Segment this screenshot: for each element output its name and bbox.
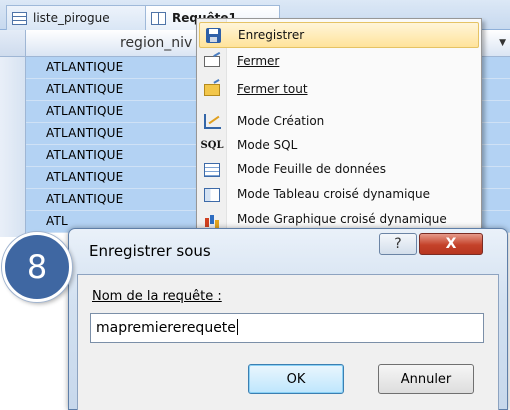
column-header-label: region_niv — [120, 35, 193, 51]
query-name-input[interactable]: mapremiererequete — [90, 313, 484, 343]
help-icon: ? — [394, 236, 402, 252]
select-all-corner[interactable] — [0, 30, 26, 57]
query-icon — [151, 11, 166, 25]
query-name-label: Nom de la requête : — [92, 289, 222, 304]
table-cell: ATL — [46, 214, 68, 228]
close-icon: X — [445, 236, 457, 252]
table-cell: ATLANTIQUE — [46, 192, 124, 206]
menu-item-label: Enregistrer — [238, 28, 305, 42]
table-cell: ATLANTIQUE — [46, 60, 124, 74]
help-button[interactable]: ? — [379, 233, 417, 255]
save-icon — [205, 28, 221, 43]
close-button[interactable]: X — [419, 233, 483, 255]
table-cell: ATLANTIQUE — [46, 170, 124, 184]
dialog-body: Nom de la requête : mapremiererequete OK… — [77, 274, 499, 410]
menu-item-enregistrer[interactable]: Enregistrer — [199, 22, 479, 48]
close-all-icon — [204, 83, 220, 96]
table-cell: ATLANTIQUE — [46, 126, 124, 140]
menu-item-label: Mode Tableau croisé dynamique — [237, 187, 431, 201]
save-as-dialog: Enregistrer sous ? X Nom de la requête :… — [68, 228, 508, 410]
menu-item-mode-feuille-de-donnees[interactable]: Mode Feuille de données — [199, 157, 479, 183]
menu-item-label: Mode SQL — [237, 138, 298, 152]
cancel-button[interactable]: Annuler — [378, 364, 474, 394]
table-cell: ATLANTIQUE — [46, 104, 124, 118]
menu-item-fermer[interactable]: Fermer — [199, 49, 479, 75]
chevron-down-icon[interactable]: ▼ — [499, 38, 506, 48]
pivot-table-icon — [204, 187, 220, 202]
pivot-chart-icon — [204, 213, 220, 227]
step-number-badge: 8 — [2, 232, 72, 302]
table-cell: ATLANTIQUE — [46, 148, 124, 162]
table-icon — [12, 11, 27, 25]
menu-item-mode-sql[interactable]: SQL Mode SQL — [199, 133, 479, 159]
tab-label: liste_pirogue — [33, 11, 110, 25]
menu-item-label: Fermer tout — [237, 82, 308, 96]
menu-item-label: Mode Graphique croisé dynamique — [237, 212, 447, 226]
ok-button[interactable]: OK — [248, 364, 344, 394]
close-doc-icon — [204, 56, 220, 67]
menu-item-fermer-tout[interactable]: Fermer tout — [199, 77, 479, 103]
datasheet-icon — [204, 162, 220, 177]
dialog-title: Enregistrer sous — [89, 242, 211, 260]
query-name-value: mapremiererequete — [96, 319, 238, 336]
row-selector-column[interactable] — [0, 57, 26, 237]
sql-icon: SQL — [200, 140, 224, 151]
menu-item-mode-creation[interactable]: Mode Création — [199, 109, 479, 135]
design-view-icon — [203, 114, 221, 129]
table-cell: ATLANTIQUE — [46, 82, 124, 96]
menu-item-label: Mode Feuille de données — [237, 162, 386, 176]
menu-item-mode-tableau-croise[interactable]: Mode Tableau croisé dynamique — [199, 182, 479, 208]
tab-context-menu: Enregistrer Fermer Fermer tout Mode Créa… — [196, 18, 482, 246]
tab-liste-pirogue[interactable]: liste_pirogue — [6, 5, 146, 30]
menu-item-label: Mode Création — [237, 114, 325, 128]
text-caret — [236, 319, 238, 335]
menu-item-label: Fermer — [237, 54, 280, 68]
